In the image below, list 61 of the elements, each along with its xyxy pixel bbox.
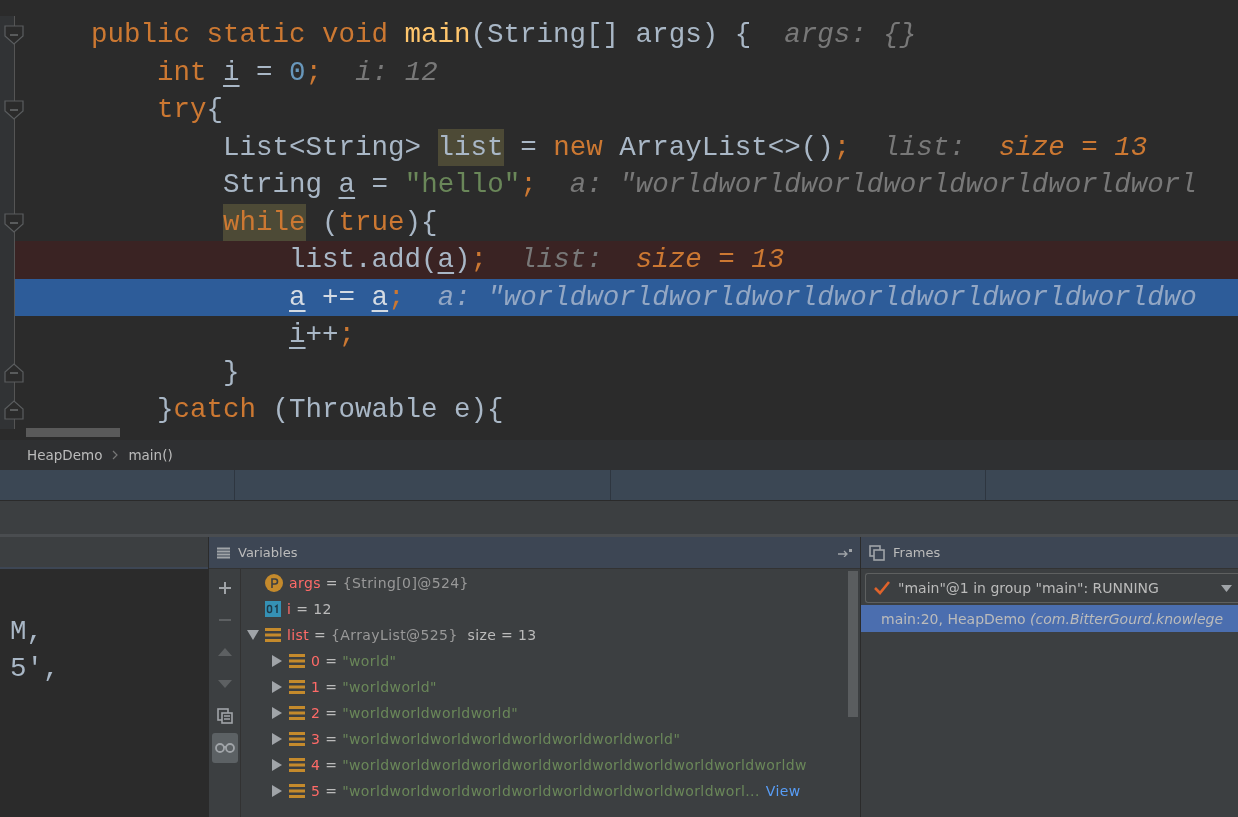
list-icon: [289, 757, 305, 773]
toolbar-button[interactable]: [211, 733, 238, 763]
variable-entry[interactable]: i = 12: [287, 601, 332, 617]
collapsed-arrow-icon[interactable]: [271, 785, 283, 797]
code-line: List<String> list = new ArrayList<>(); list: size = 13: [15, 128, 1238, 166]
code-line: int i = 0; i: 12: [156, 55, 439, 90]
variable-entry[interactable]: 2 = "worldworldworldworld": [311, 705, 519, 721]
list-icon: [289, 653, 305, 669]
glasses-icon: [214, 743, 235, 753]
plus-icon: [217, 581, 232, 595]
panel-title: Variables: [238, 545, 298, 560]
collapsed-arrow-icon[interactable]: [271, 733, 283, 745]
check-icon: [874, 581, 890, 595]
horizontal-scrollbar[interactable]: [26, 428, 120, 437]
code-line: }catch (Throwable e){: [156, 393, 505, 428]
variable-entry[interactable]: 0 = "world": [311, 653, 397, 669]
view-link[interactable]: View: [765, 783, 801, 799]
console-text: 5',: [9, 652, 60, 686]
variable-entry[interactable]: args = {String[0]@524}: [289, 575, 469, 591]
parameter-icon: [265, 574, 283, 592]
collapsed-arrow-icon[interactable]: [271, 707, 283, 719]
vertical-scrollbar[interactable]: [848, 571, 858, 717]
breadcrumb-item[interactable]: HeapDemo: [27, 447, 103, 463]
code-line: public static void main(String[] args) { args: {}: [90, 18, 918, 53]
panel-title: Frames: [893, 545, 941, 560]
fold-marker-icon[interactable]: [4, 362, 24, 383]
pin-icon[interactable]: [838, 548, 852, 557]
list-icon: [265, 627, 281, 643]
collapsed-arrow-icon[interactable]: [271, 759, 283, 771]
variable-entry[interactable]: 1 = "worldworld": [311, 679, 437, 695]
frames-icon: [869, 544, 885, 561]
fold-marker-icon[interactable]: [4, 25, 24, 45]
code-line: try{: [156, 93, 225, 128]
variable-entry[interactable]: list = {ArrayList@525} size = 13: [287, 627, 537, 643]
code-line: }: [222, 355, 241, 390]
chevron-icon: [112, 450, 119, 460]
breadcrumb-item[interactable]: main(): [128, 447, 173, 463]
list-icon: [289, 705, 305, 721]
list-icon: [289, 783, 305, 799]
variable-entry[interactable]: 4 = "worldworldworldworldworldworldworldworldworldworldworldw: [311, 757, 807, 773]
collapsed-arrow-icon[interactable]: [271, 681, 283, 693]
variable-entry[interactable]: 3 = "worldworldworldworldworldworldworldworld": [311, 731, 681, 747]
minus-icon: [217, 618, 232, 622]
list-icon: [217, 546, 230, 559]
console-text: M,: [9, 615, 43, 649]
fold-marker-icon[interactable]: [4, 212, 24, 233]
variable-entry[interactable]: 5 = "worldworldworldworldworldworldworldworldworldworl...: [311, 783, 760, 799]
up-triangle-icon: [217, 648, 232, 656]
code-line: String a = "hello"; a: "worldworldworldworldworldworldworl: [222, 168, 1198, 203]
primitive-icon: [265, 601, 281, 617]
thread-dropdown[interactable]: "main"@1 in group "main": RUNNING: [865, 573, 1238, 603]
expanded-arrow-icon[interactable]: [247, 629, 259, 641]
copy-icon: [216, 708, 233, 724]
fold-marker-icon[interactable]: [4, 100, 24, 120]
fold-marker-icon[interactable]: [4, 400, 24, 420]
code-line: i++;: [288, 318, 357, 353]
list-icon: [289, 731, 305, 747]
caret-icon: [1221, 584, 1232, 592]
down-triangle-icon: [217, 680, 232, 688]
collapsed-arrow-icon[interactable]: [271, 655, 283, 667]
list-icon: [289, 679, 305, 695]
